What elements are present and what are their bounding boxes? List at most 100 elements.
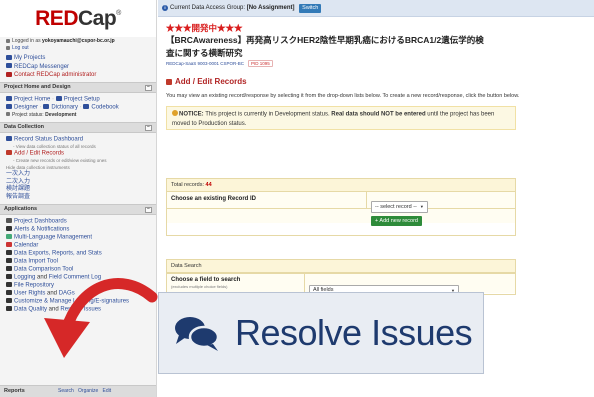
- app-item-label[interactable]: Data Import Tool: [14, 259, 58, 265]
- page-intro: You may view an existing record/response…: [166, 93, 520, 99]
- applications-section: Project Dashboards Alerts & Notifications…: [0, 215, 156, 317]
- choose-record-label: Choose an existing Record ID: [167, 192, 367, 208]
- project-header: ★★★開発中★★★ 【BRCAwareness】再発高リスクHER2陰性早期乳癌…: [158, 17, 594, 67]
- pen-icon: [6, 149, 12, 155]
- app-item[interactable]: Data Exports, Reports, and Stats: [6, 250, 150, 258]
- checklist-icon: [6, 306, 12, 311]
- codebook-link[interactable]: Codebook: [91, 104, 118, 110]
- lock-icon: [6, 38, 10, 43]
- data-search-header: Data Search: [167, 260, 515, 273]
- app-item[interactable]: Alerts & Notifications: [6, 226, 150, 234]
- reports-organize-link[interactable]: Organize: [78, 388, 98, 394]
- app-item-extra-link[interactable]: DAGs: [59, 291, 75, 297]
- messenger-icon: [6, 63, 12, 68]
- status-icon: [6, 112, 10, 116]
- project-status-label: Project status:: [12, 111, 44, 118]
- app-item[interactable]: File Repository: [6, 282, 150, 290]
- section-title: Project Home and Design: [4, 83, 71, 90]
- app-item[interactable]: Logging and Field Comment Log: [6, 274, 150, 282]
- checklist-icon: [55, 95, 62, 101]
- switch-dag-button[interactable]: Switch: [299, 3, 322, 13]
- pid-badge: PID 1095: [248, 60, 273, 67]
- dictionary-link[interactable]: Dictionary: [51, 104, 78, 110]
- logo-rest: Cap: [77, 6, 117, 30]
- login-username: yokoyamauchi@cspor-bc.or.jp: [42, 38, 115, 44]
- instrument-link[interactable]: 二次入力: [6, 179, 150, 187]
- switch-label: Switch: [302, 4, 319, 11]
- reports-section-header: Reports Search Organize Edit: [0, 385, 156, 397]
- project-title-line1: 【BRCAwareness】再発高リスクHER2陰性早期乳癌におけるBRCA1/…: [166, 35, 484, 45]
- collapse-button[interactable]: −: [145, 84, 152, 91]
- dev-notice: NOTICE: This project is currently in Dev…: [166, 106, 516, 130]
- app-item-label[interactable]: Data Quality: [14, 307, 47, 313]
- notice-label: NOTICE:: [179, 111, 204, 118]
- data-collection-section: Record Status Dashboard - View data coll…: [0, 133, 156, 204]
- section-title: Reports: [4, 388, 25, 394]
- app-item[interactable]: Data Comparison Tool: [6, 266, 150, 274]
- redcap-logo[interactable]: REDCap®: [0, 0, 156, 37]
- search-field-note: (excludes multiple choice fields): [171, 284, 228, 289]
- warning-icon: [172, 110, 178, 116]
- app-item[interactable]: Project Dashboards: [6, 218, 150, 226]
- compare-icon: [6, 266, 12, 271]
- choose-record-row: Choose an existing Record ID -- select r…: [167, 192, 515, 213]
- instrument-link[interactable]: 検討課題: [6, 186, 150, 194]
- reports-search-link[interactable]: Search: [58, 388, 74, 394]
- app-item-label[interactable]: Alerts & Notifications: [14, 227, 69, 233]
- my-projects-link[interactable]: My Projects: [6, 54, 150, 63]
- my-projects-label: My Projects: [14, 55, 46, 61]
- logging-icon: [6, 274, 12, 279]
- app-item-label[interactable]: Project Dashboards: [14, 219, 67, 225]
- page-title: Add / Edit Records: [158, 77, 594, 86]
- total-records-value: 44: [205, 182, 212, 188]
- globe-icon: [6, 234, 12, 239]
- notice-strong: Real data should NOT be entered: [331, 111, 426, 118]
- reports-edit-link[interactable]: Edit: [102, 388, 111, 394]
- messenger-link[interactable]: REDCap Messenger: [6, 63, 150, 72]
- notice-text: This project is currently in Development…: [203, 111, 332, 118]
- data-collection-section-header: Data Collection −: [0, 122, 156, 133]
- app-item-extra-link[interactable]: Resolve Issues: [60, 307, 101, 313]
- designer-icon: [6, 103, 12, 109]
- total-records-label: Total records:: [171, 182, 206, 188]
- app-item-label[interactable]: Calendar: [14, 243, 38, 249]
- top-links: My Projects REDCap Messenger Contact RED…: [0, 52, 156, 82]
- designer-link[interactable]: Designer: [14, 104, 38, 110]
- app-item-label[interactable]: File Repository: [14, 283, 54, 289]
- project-home-section: Project Home · Project Setup Designer · …: [0, 93, 156, 123]
- add-new-record-button[interactable]: + Add new record: [371, 216, 422, 226]
- app-item-label[interactable]: Data Exports, Reports, and Stats: [14, 251, 102, 257]
- app-item[interactable]: Calendar: [6, 242, 150, 250]
- contact-admin-link[interactable]: Contact REDCap administrator: [6, 71, 150, 80]
- app-item-extra-link[interactable]: Field Comment Log: [49, 275, 101, 281]
- app-item[interactable]: Data Import Tool: [6, 258, 150, 266]
- resolve-issues-label: Resolve Issues: [235, 312, 473, 353]
- project-home-link[interactable]: Project Home: [14, 96, 50, 102]
- collapse-button[interactable]: −: [145, 125, 152, 131]
- collapse-button[interactable]: −: [145, 207, 152, 213]
- app-item-label[interactable]: Customize & Manage Locking/E-signatures: [14, 299, 129, 305]
- logout-link[interactable]: Log out: [12, 45, 29, 51]
- app-item-label[interactable]: Multi-Language Management: [14, 235, 92, 241]
- app-item-label[interactable]: User Rights: [14, 291, 45, 297]
- app-item[interactable]: User Rights and DAGs: [6, 290, 150, 298]
- record-status-dashboard-link[interactable]: Record Status Dashboard: [14, 137, 83, 143]
- app-item[interactable]: Multi-Language Management: [6, 234, 150, 242]
- pen-icon: [166, 78, 172, 85]
- instrument-link[interactable]: 一次入力: [6, 171, 150, 179]
- project-status-value: Development: [45, 111, 77, 118]
- applications-section-header: Applications −: [0, 204, 156, 215]
- search-field-label: Choose a field to search (excludes multip…: [167, 274, 305, 293]
- app-item-label[interactable]: Data Comparison Tool: [14, 267, 73, 273]
- app-item-joiner: and: [45, 290, 59, 297]
- app-item[interactable]: Data Quality and Resolve Issues: [6, 306, 150, 314]
- app-item[interactable]: Customize & Manage Locking/E-signatures: [6, 298, 150, 306]
- instrument-link[interactable]: 報告調査: [6, 194, 150, 202]
- project-setup-link[interactable]: Project Setup: [64, 96, 100, 102]
- app-item-label[interactable]: Logging: [14, 275, 35, 281]
- project-meta: REDCap-SaaS 9003-0001 CSPOR-BC: [166, 61, 245, 66]
- add-edit-records-link[interactable]: Add / Edit Records: [14, 150, 64, 156]
- home-icon: [6, 95, 12, 101]
- section-title: Applications: [4, 206, 38, 212]
- dag-bar: i Current Data Access Group: [No Assignme…: [158, 0, 594, 17]
